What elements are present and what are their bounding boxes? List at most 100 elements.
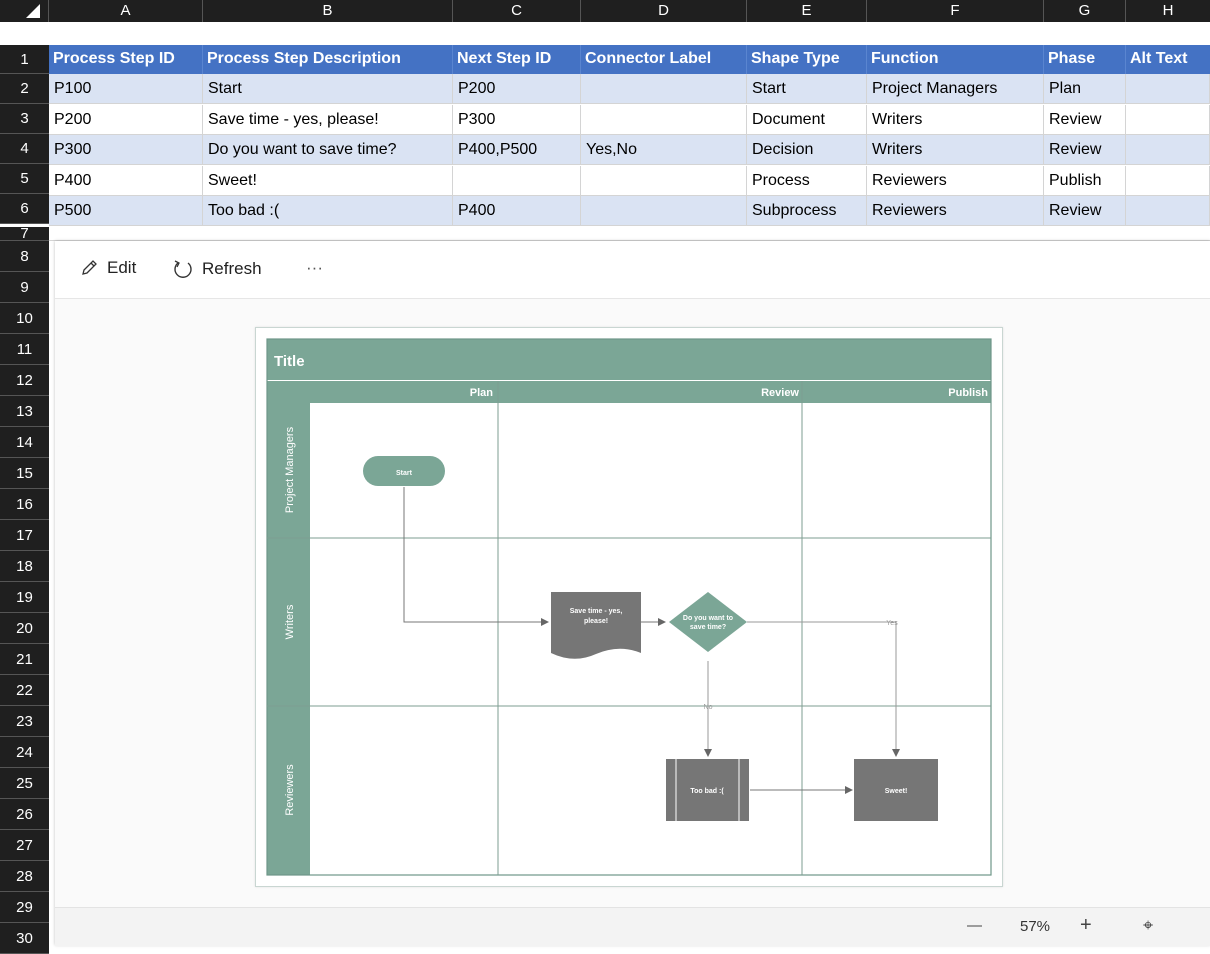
cell-description[interactable]: Save time - yes, please! <box>203 104 453 135</box>
refresh-button[interactable]: Refresh <box>172 258 262 280</box>
cell-alt-text[interactable] <box>1126 196 1210 227</box>
cell-shape-type[interactable]: Subprocess <box>747 196 867 227</box>
row-header-20[interactable]: 20 <box>0 613 49 644</box>
cell-connector-label[interactable] <box>581 74 747 104</box>
row-header-27[interactable]: 27 <box>0 830 49 861</box>
row-header-10[interactable]: 10 <box>0 303 49 334</box>
row-header-5[interactable]: 5 <box>0 164 49 194</box>
cell-alt-text[interactable] <box>1126 135 1210 166</box>
cell-alt-text[interactable] <box>1126 165 1210 196</box>
cell-alt-text[interactable] <box>1126 74 1210 104</box>
row-header-14[interactable]: 14 <box>0 427 49 458</box>
header-process-step-id[interactable]: Process Step ID <box>49 45 203 74</box>
edit-button[interactable]: Edit <box>79 258 136 278</box>
cell-phase[interactable]: Review <box>1044 196 1126 227</box>
cell-shape-type[interactable]: Start <box>747 74 867 104</box>
header-next-step-id[interactable]: Next Step ID <box>453 45 581 74</box>
more-options-label: ··· <box>306 258 323 277</box>
row-header-7[interactable]: 7 <box>0 227 49 241</box>
cell-connector-label[interactable]: Yes,No <box>581 135 747 166</box>
more-options-button[interactable]: ··· <box>306 258 323 278</box>
row-header-30[interactable]: 30 <box>0 923 49 954</box>
column-header-h[interactable]: H <box>1126 0 1210 22</box>
cell-next-step[interactable] <box>453 165 581 196</box>
cell-function[interactable]: Project Managers <box>867 74 1044 104</box>
zoom-out-button[interactable]: — <box>967 917 982 934</box>
column-header-b[interactable]: B <box>203 0 453 22</box>
cell-function[interactable]: Reviewers <box>867 165 1044 196</box>
cell-phase[interactable]: Publish <box>1044 165 1126 196</box>
row-header-12[interactable]: 12 <box>0 365 49 396</box>
cell-connector-label[interactable] <box>581 104 747 135</box>
row-header-19[interactable]: 19 <box>0 582 49 613</box>
edit-label: Edit <box>107 258 137 277</box>
header-alt-text[interactable]: Alt Text <box>1126 45 1210 74</box>
cell-function[interactable]: Writers <box>867 104 1044 135</box>
cell-description[interactable]: Do you want to save time? <box>203 135 453 166</box>
cell-alt-text[interactable] <box>1126 104 1210 135</box>
header-connector-label[interactable]: Connector Label <box>581 45 747 74</box>
cell-next-step[interactable]: P200 <box>453 74 581 104</box>
row-header-8[interactable]: 8 <box>0 241 49 272</box>
cell-description[interactable]: Sweet! <box>203 165 453 196</box>
cell-description[interactable]: Start <box>203 74 453 104</box>
column-header-d[interactable]: D <box>581 0 747 22</box>
column-header-c[interactable]: C <box>453 0 581 22</box>
cell-function[interactable]: Writers <box>867 135 1044 166</box>
column-header-g[interactable]: G <box>1044 0 1126 22</box>
fit-to-window-icon[interactable]: ⌖ <box>1143 915 1153 936</box>
cell-next-step[interactable]: P400,P500 <box>453 135 581 166</box>
empty-row-7[interactable] <box>49 227 1210 241</box>
row-header-25[interactable]: 25 <box>0 768 49 799</box>
header-function[interactable]: Function <box>867 45 1044 74</box>
row-header-17[interactable]: 17 <box>0 520 49 551</box>
column-header-f[interactable]: F <box>867 0 1044 22</box>
header-phase[interactable]: Phase <box>1044 45 1126 74</box>
row-header-28[interactable]: 28 <box>0 861 49 892</box>
row-header-15[interactable]: 15 <box>0 458 49 489</box>
row-header-22[interactable]: 22 <box>0 675 49 706</box>
cell-id[interactable]: P100 <box>49 74 203 104</box>
row-header-21[interactable]: 21 <box>0 644 49 675</box>
row-header-18[interactable]: 18 <box>0 551 49 582</box>
cell-id[interactable]: P200 <box>49 104 203 135</box>
visio-diagram-panel[interactable]: Edit Refresh ··· Title Plan Review Publi… <box>55 241 1210 946</box>
cell-phase[interactable]: Review <box>1044 135 1126 166</box>
cell-connector-label[interactable] <box>581 196 747 227</box>
column-header-a[interactable]: A <box>49 0 203 22</box>
cell-next-step[interactable]: P300 <box>453 104 581 135</box>
process-label: Sweet! <box>885 788 908 795</box>
row-header-2[interactable]: 2 <box>0 74 49 104</box>
header-process-step-description[interactable]: Process Step Description <box>203 45 453 74</box>
pencil-icon <box>82 260 97 275</box>
select-all-corner[interactable] <box>0 0 49 22</box>
cell-function[interactable]: Reviewers <box>867 196 1044 227</box>
cell-shape-type[interactable]: Process <box>747 165 867 196</box>
row-header-16[interactable]: 16 <box>0 489 49 520</box>
row-header-26[interactable]: 26 <box>0 799 49 830</box>
cell-shape-type[interactable]: Document <box>747 104 867 135</box>
cell-shape-type[interactable]: Decision <box>747 135 867 166</box>
cell-connector-label[interactable] <box>581 165 747 196</box>
cell-phase[interactable]: Plan <box>1044 74 1126 104</box>
cell-id[interactable]: P300 <box>49 135 203 166</box>
row-header-11[interactable]: 11 <box>0 334 49 365</box>
cell-id[interactable]: P400 <box>49 165 203 196</box>
row-header-29[interactable]: 29 <box>0 892 49 923</box>
cell-phase[interactable]: Review <box>1044 104 1126 135</box>
zoom-in-button[interactable]: + <box>1080 914 1092 937</box>
row-header-9[interactable]: 9 <box>0 272 49 303</box>
row-header-1[interactable]: 1 <box>0 45 49 74</box>
row-header-6[interactable]: 6 <box>0 194 49 224</box>
cell-description[interactable]: Too bad :( <box>203 196 453 227</box>
row-header-3[interactable]: 3 <box>0 104 49 134</box>
row-header-13[interactable]: 13 <box>0 396 49 427</box>
row-header-4[interactable]: 4 <box>0 134 49 164</box>
column-header-e[interactable]: E <box>747 0 867 22</box>
row-header-23[interactable]: 23 <box>0 706 49 737</box>
row-header-24[interactable]: 24 <box>0 737 49 768</box>
diagram-canvas[interactable]: Title Plan Review Publish Project Manage… <box>55 299 1210 907</box>
cell-next-step[interactable]: P400 <box>453 196 581 227</box>
header-shape-type[interactable]: Shape Type <box>747 45 867 74</box>
cell-id[interactable]: P500 <box>49 196 203 227</box>
